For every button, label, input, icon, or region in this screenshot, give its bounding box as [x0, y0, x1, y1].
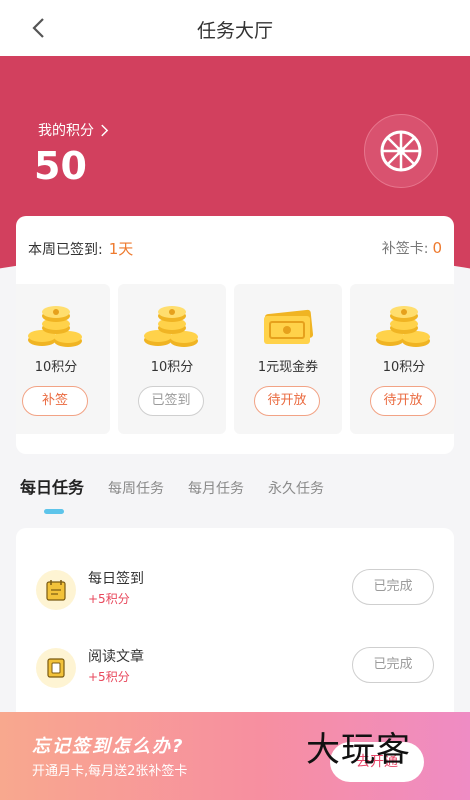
signin-days: 10积分 补签 10积分 已签到 1元现金券 待开放 10积分 待开放: [16, 284, 454, 434]
day-reward: 10积分: [150, 360, 194, 375]
coins-icon: [28, 306, 82, 347]
coins-icon: [144, 306, 198, 347]
signin-day: 10积分 补签: [16, 284, 110, 434]
signin-day: 10积分 已签到: [118, 284, 226, 434]
my-points-label: 我的积分: [38, 123, 94, 139]
signin-day: 1元现金券 待开放: [234, 284, 342, 434]
task-name: 阅读文章: [88, 649, 144, 665]
week-signed-value: 1天: [108, 240, 134, 258]
task-tabs: 每日任务 每周任务 每月任务 永久任务: [20, 474, 324, 498]
day-reward: 10积分: [34, 360, 78, 375]
cash-voucher-icon: [264, 309, 314, 344]
makeup-card-label: 补签卡:: [381, 241, 429, 257]
points-value: 50: [34, 144, 87, 188]
signin-day: 10积分 待开放: [350, 284, 454, 434]
week-signed: 本周已签到: 1天: [28, 238, 133, 259]
lottery-wheel[interactable]: [364, 114, 438, 188]
makeup-card-count: 补签卡: 0: [382, 238, 442, 259]
tab-weekly[interactable]: 每周任务: [108, 478, 164, 498]
coming-soon-button[interactable]: 待开放: [254, 386, 320, 416]
task-name: 每日签到: [88, 571, 144, 587]
makeup-signin-button[interactable]: 补签: [22, 386, 88, 416]
banner-subtitle: 开通月卡,每月送2张补签卡: [32, 764, 188, 779]
task-completed-button[interactable]: 已完成: [352, 647, 434, 683]
task-icon-bg: [36, 648, 76, 688]
banner-title: 忘记签到怎么办?: [32, 736, 185, 757]
task-item: 每日签到 +5积分 已完成: [16, 558, 454, 618]
week-summary: 本周已签到: 1天 补签卡: 0: [28, 238, 442, 259]
active-tab-indicator: [44, 509, 64, 514]
tab-permanent[interactable]: 永久任务: [268, 478, 324, 498]
watermark-logo: 大玩客: [306, 730, 411, 770]
chevron-right-icon: [101, 124, 109, 136]
coming-soon-button[interactable]: 待开放: [370, 386, 436, 416]
signin-card: 本周已签到: 1天 补签卡: 0 10积分 补签 10积分 已签到 1元现金券 …: [16, 216, 454, 454]
task-reward: +5积分: [88, 592, 130, 606]
task-completed-button[interactable]: 已完成: [352, 569, 434, 605]
day-reward: 10积分: [382, 360, 426, 375]
coins-icon: [376, 306, 430, 347]
task-item: 阅读文章 +5积分 已完成: [16, 636, 454, 696]
tab-monthly[interactable]: 每月任务: [188, 478, 244, 498]
calendar-icon: [46, 580, 66, 601]
article-icon: [47, 658, 65, 678]
makeup-card-value: 0: [432, 239, 442, 257]
my-points-link[interactable]: 我的积分: [38, 120, 109, 140]
task-reward: +5积分: [88, 670, 130, 684]
week-signed-label: 本周已签到:: [28, 242, 103, 258]
day-reward: 1元现金券: [257, 360, 319, 375]
task-list: 每日签到 +5积分 已完成 阅读文章 +5积分 已完成: [16, 528, 454, 728]
task-icon-bg: [36, 570, 76, 610]
page-title: 任务大厅: [196, 20, 273, 42]
wheel-icon: [380, 130, 422, 172]
top-bar: 任务大厅: [0, 0, 470, 56]
tab-daily[interactable]: 每日任务: [20, 474, 84, 498]
signed-in-badge: 已签到: [138, 386, 204, 416]
